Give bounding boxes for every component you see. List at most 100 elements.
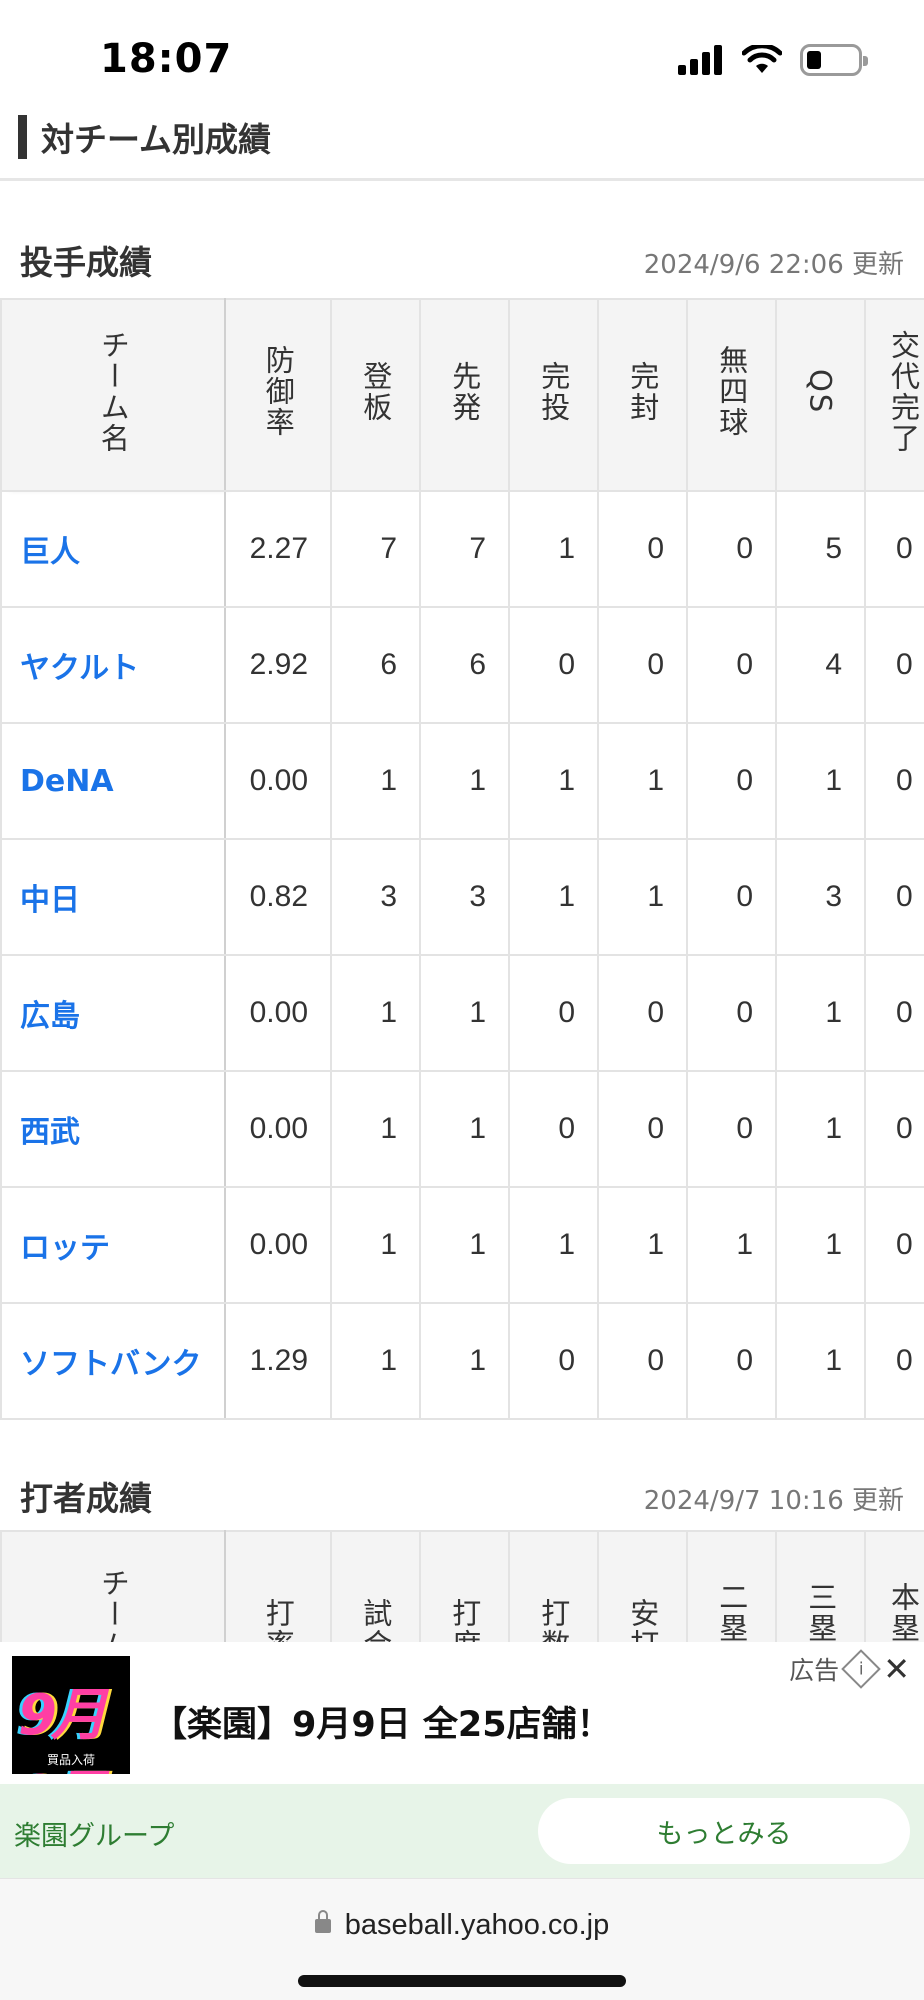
team-link[interactable]: 中日	[0, 838, 226, 956]
batting-table[interactable]: チーム名 打率 試合 打席 打数 安打 二塁打 三塁打 本塁打	[0, 1530, 924, 1642]
cell-games-finished: 0	[864, 1186, 924, 1304]
address-field[interactable]: baseball.yahoo.co.jp	[0, 1909, 924, 1942]
cell-no-walks: 0	[686, 1070, 777, 1188]
cell-games: 3	[330, 838, 421, 956]
cell-games-finished: 0	[864, 606, 924, 724]
team-link[interactable]: 西武	[0, 1070, 226, 1188]
ad-headline[interactable]: 【楽園】9月9日 全25店舗！	[152, 1696, 612, 1747]
battery-icon	[800, 44, 868, 76]
ad-close-icon[interactable]: ✕	[883, 1650, 910, 1688]
team-link[interactable]: 巨人	[0, 490, 226, 608]
cell-games-finished: 0	[864, 954, 924, 1072]
table-row: 西武 0.00 1 1 0 0 0 1 0	[0, 1070, 924, 1188]
col-header-games-finished[interactable]: 交代完了	[864, 298, 924, 492]
cell-no-walks: 0	[686, 1302, 777, 1420]
cell-no-walks: 0	[686, 606, 777, 724]
page-heading: 対チーム別成績	[18, 114, 271, 160]
pitching-table[interactable]: チーム名 防御率 登板 先発 完投 完封 無四球 QS 交代完了 巨人 2.27 7…	[0, 298, 924, 1420]
cell-starts: 7	[419, 490, 510, 608]
bat-col-header-doubles[interactable]: 二塁打	[686, 1530, 777, 1642]
cell-era: 0.82	[224, 838, 332, 956]
team-link[interactable]: ソフトバンク	[0, 1302, 226, 1420]
bat-col-header-games[interactable]: 試合	[330, 1530, 421, 1642]
ad-info-icon[interactable]: i	[841, 1649, 881, 1689]
col-header-games[interactable]: 登板	[330, 298, 421, 492]
ad-thumbnail[interactable]: 9月9日 買品入荷	[12, 1656, 130, 1774]
pitching-header-row: チーム名 防御率 登板 先発 完投 完封 無四球 QS 交代完了	[0, 298, 924, 492]
team-link[interactable]: ロッテ	[0, 1186, 226, 1304]
cell-no-walks: 0	[686, 722, 777, 840]
ad-more-button[interactable]: もっとみる	[538, 1798, 910, 1864]
cell-qs: 5	[775, 490, 866, 608]
cell-complete-games: 0	[508, 954, 599, 1072]
ad-label: 広告 i ✕	[789, 1649, 910, 1689]
cell-complete-games: 0	[508, 1070, 599, 1188]
status-icons	[678, 44, 868, 76]
cell-era: 2.92	[224, 606, 332, 724]
cell-shutouts: 1	[597, 1186, 688, 1304]
col-header-shutouts[interactable]: 完封	[597, 298, 688, 492]
ad-banner[interactable]: 広告 i ✕ 9月9日 買品入荷 【楽園】9月9日 全25店舗！ 楽園グループ …	[0, 1642, 924, 1878]
table-row: ヤクルト 2.92 6 6 0 0 0 4 0	[0, 606, 924, 724]
cell-no-walks: 0	[686, 490, 777, 608]
cell-complete-games: 0	[508, 606, 599, 724]
cell-games-finished: 0	[864, 1302, 924, 1420]
table-row: 中日 0.82 3 3 1 1 0 3 0	[0, 838, 924, 956]
bat-col-header-homeruns[interactable]: 本塁打	[864, 1530, 924, 1642]
bat-col-header-triples[interactable]: 三塁打	[775, 1530, 866, 1642]
table-row: DeNA 0.00 1 1 1 1 0 1 0	[0, 722, 924, 840]
cell-complete-games: 1	[508, 490, 599, 608]
browser-address-bar[interactable]: baseball.yahoo.co.jp	[0, 1878, 924, 2000]
cell-complete-games: 0	[508, 1302, 599, 1420]
cell-qs: 1	[775, 722, 866, 840]
page-title: 対チーム別成績	[41, 120, 272, 159]
cell-shutouts: 1	[597, 722, 688, 840]
cell-games-finished: 0	[864, 490, 924, 608]
bat-col-header-hits[interactable]: 安打	[597, 1530, 688, 1642]
cell-starts: 1	[419, 954, 510, 1072]
cell-complete-games: 1	[508, 1186, 599, 1304]
cell-complete-games: 1	[508, 722, 599, 840]
batting-updated: 2024/9/7 10:16 更新	[643, 1486, 904, 1516]
cell-games: 7	[330, 490, 421, 608]
cell-shutouts: 0	[597, 606, 688, 724]
bat-col-header-pa[interactable]: 打席	[419, 1530, 510, 1642]
cell-games: 1	[330, 1302, 421, 1420]
wifi-icon	[742, 45, 782, 73]
cell-games: 1	[330, 1186, 421, 1304]
cell-qs: 1	[775, 954, 866, 1072]
col-header-complete-games[interactable]: 完投	[508, 298, 599, 492]
cell-starts: 1	[419, 1186, 510, 1304]
cell-games-finished: 0	[864, 1070, 924, 1188]
col-header-starts[interactable]: 先発	[419, 298, 510, 492]
cell-shutouts: 1	[597, 838, 688, 956]
cell-starts: 6	[419, 606, 510, 724]
home-indicator[interactable]	[298, 1975, 626, 1987]
cell-era: 2.27	[224, 490, 332, 608]
team-link[interactable]: DeNA	[0, 722, 226, 840]
status-bar: 18:07	[0, 0, 924, 120]
cell-games: 6	[330, 606, 421, 724]
batting-section-header: 打者成績 2024/9/7 10:16 更新	[0, 1464, 924, 1524]
team-link[interactable]: ヤクルト	[0, 606, 226, 724]
pitching-title: 投手成績	[20, 243, 152, 282]
bat-col-header-avg[interactable]: 打率	[224, 1530, 332, 1642]
bat-col-header-ab[interactable]: 打数	[508, 1530, 599, 1642]
team-link[interactable]: 広島	[0, 954, 226, 1072]
cell-qs: 1	[775, 1186, 866, 1304]
col-header-era[interactable]: 防御率	[224, 298, 332, 492]
cell-no-walks: 0	[686, 954, 777, 1072]
col-header-qs[interactable]: QS	[775, 298, 866, 492]
table-row: 広島 0.00 1 1 0 0 0 1 0	[0, 954, 924, 1072]
cell-era: 1.29	[224, 1302, 332, 1420]
col-header-no-walks[interactable]: 無四球	[686, 298, 777, 492]
cell-qs: 1	[775, 1302, 866, 1420]
cell-starts: 1	[419, 1070, 510, 1188]
cell-shutouts: 0	[597, 490, 688, 608]
status-time: 18:07	[100, 36, 233, 82]
cell-starts: 1	[419, 1302, 510, 1420]
cellular-signal-icon	[678, 45, 722, 75]
url-text: baseball.yahoo.co.jp	[344, 1909, 610, 1941]
ad-advertiser[interactable]: 楽園グループ	[14, 1814, 174, 1853]
cell-era: 0.00	[224, 722, 332, 840]
